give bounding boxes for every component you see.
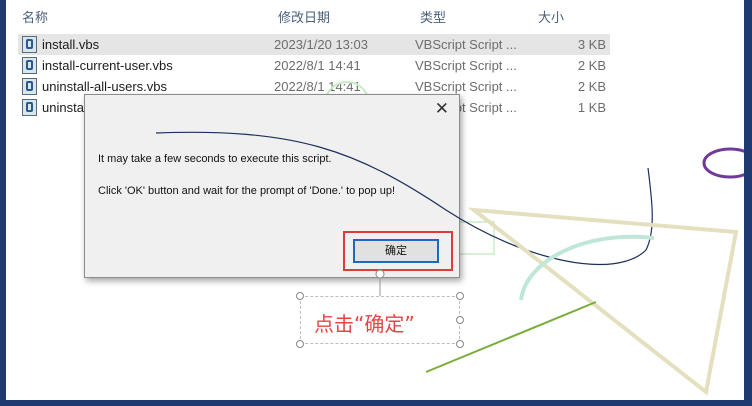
green-line-decoration bbox=[425, 301, 597, 373]
purple-oval-decoration bbox=[702, 147, 744, 179]
screenshot-frame: 名称 修改日期 类型 大小 install.vbs 2023/1/20 13:0… bbox=[6, 0, 744, 400]
decorative-lines bbox=[155, 131, 744, 396]
teal-arc-decoration bbox=[519, 234, 655, 301]
